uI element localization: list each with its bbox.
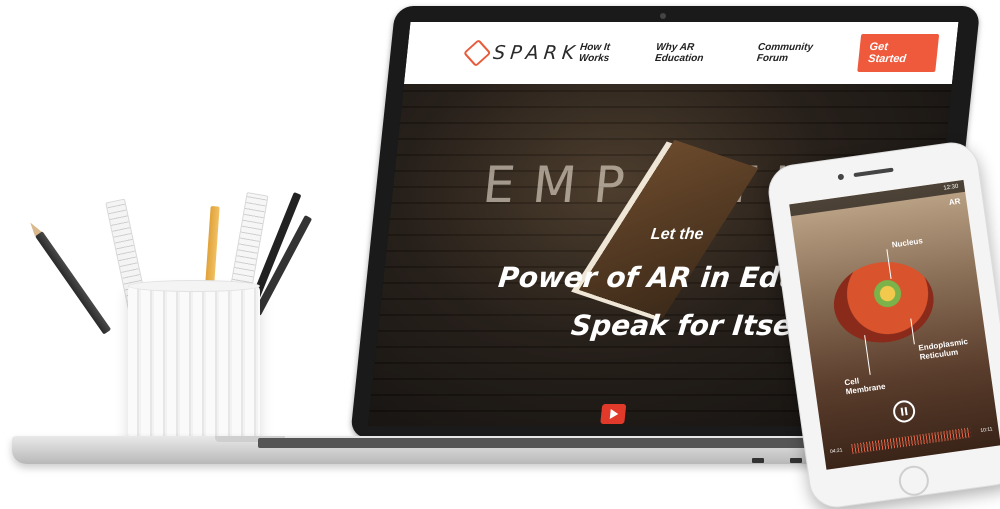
get-started-button[interactable]: Get Started: [856, 34, 940, 72]
logo-text: SPARK: [492, 42, 581, 64]
nav-links: How It Works Why AR Education Community …: [577, 34, 940, 72]
3d-cell-model[interactable]: [828, 255, 939, 349]
site-header: SPARK How It Works Why AR Education Comm…: [403, 22, 959, 84]
audio-waveform[interactable]: [851, 427, 972, 455]
laptop-camera-icon: [660, 13, 666, 19]
time-elapsed: 04:21: [829, 447, 843, 456]
nav-how-it-works[interactable]: How It Works: [578, 42, 642, 64]
status-bar: 12:30: [789, 179, 966, 217]
spark-logo-icon: [463, 38, 492, 68]
site-logo[interactable]: SPARK: [463, 38, 581, 68]
cup-body: [128, 285, 260, 445]
label-nucleus: Nucleus: [891, 236, 924, 250]
pencil-icon: [34, 231, 112, 335]
play-icon[interactable]: [600, 404, 627, 424]
home-button[interactable]: [896, 463, 931, 498]
laptop-keyboard-edge: [258, 438, 818, 448]
front-camera-icon: [837, 173, 845, 181]
label-cell-membrane: Cell Membrane: [843, 376, 887, 397]
phone-screen: 12:30 AR Nucleus Endoplasmic Reticulum C…: [789, 179, 1000, 470]
usb-port-icon: [790, 458, 802, 463]
pause-icon[interactable]: [891, 399, 917, 424]
label-endoplasmic-reticulum: Endoplasmic Reticulum: [917, 336, 969, 362]
time-total: 10:11: [980, 426, 993, 434]
speaker-grille: [853, 167, 894, 178]
cup-rim: [128, 280, 260, 292]
usb-port-icon: [752, 458, 764, 463]
app-badge: AR: [948, 196, 962, 208]
nav-why-ar-education[interactable]: Why AR Education: [654, 42, 744, 64]
pencil-cup: [34, 180, 313, 450]
nav-community-forum[interactable]: Community Forum: [756, 42, 846, 64]
